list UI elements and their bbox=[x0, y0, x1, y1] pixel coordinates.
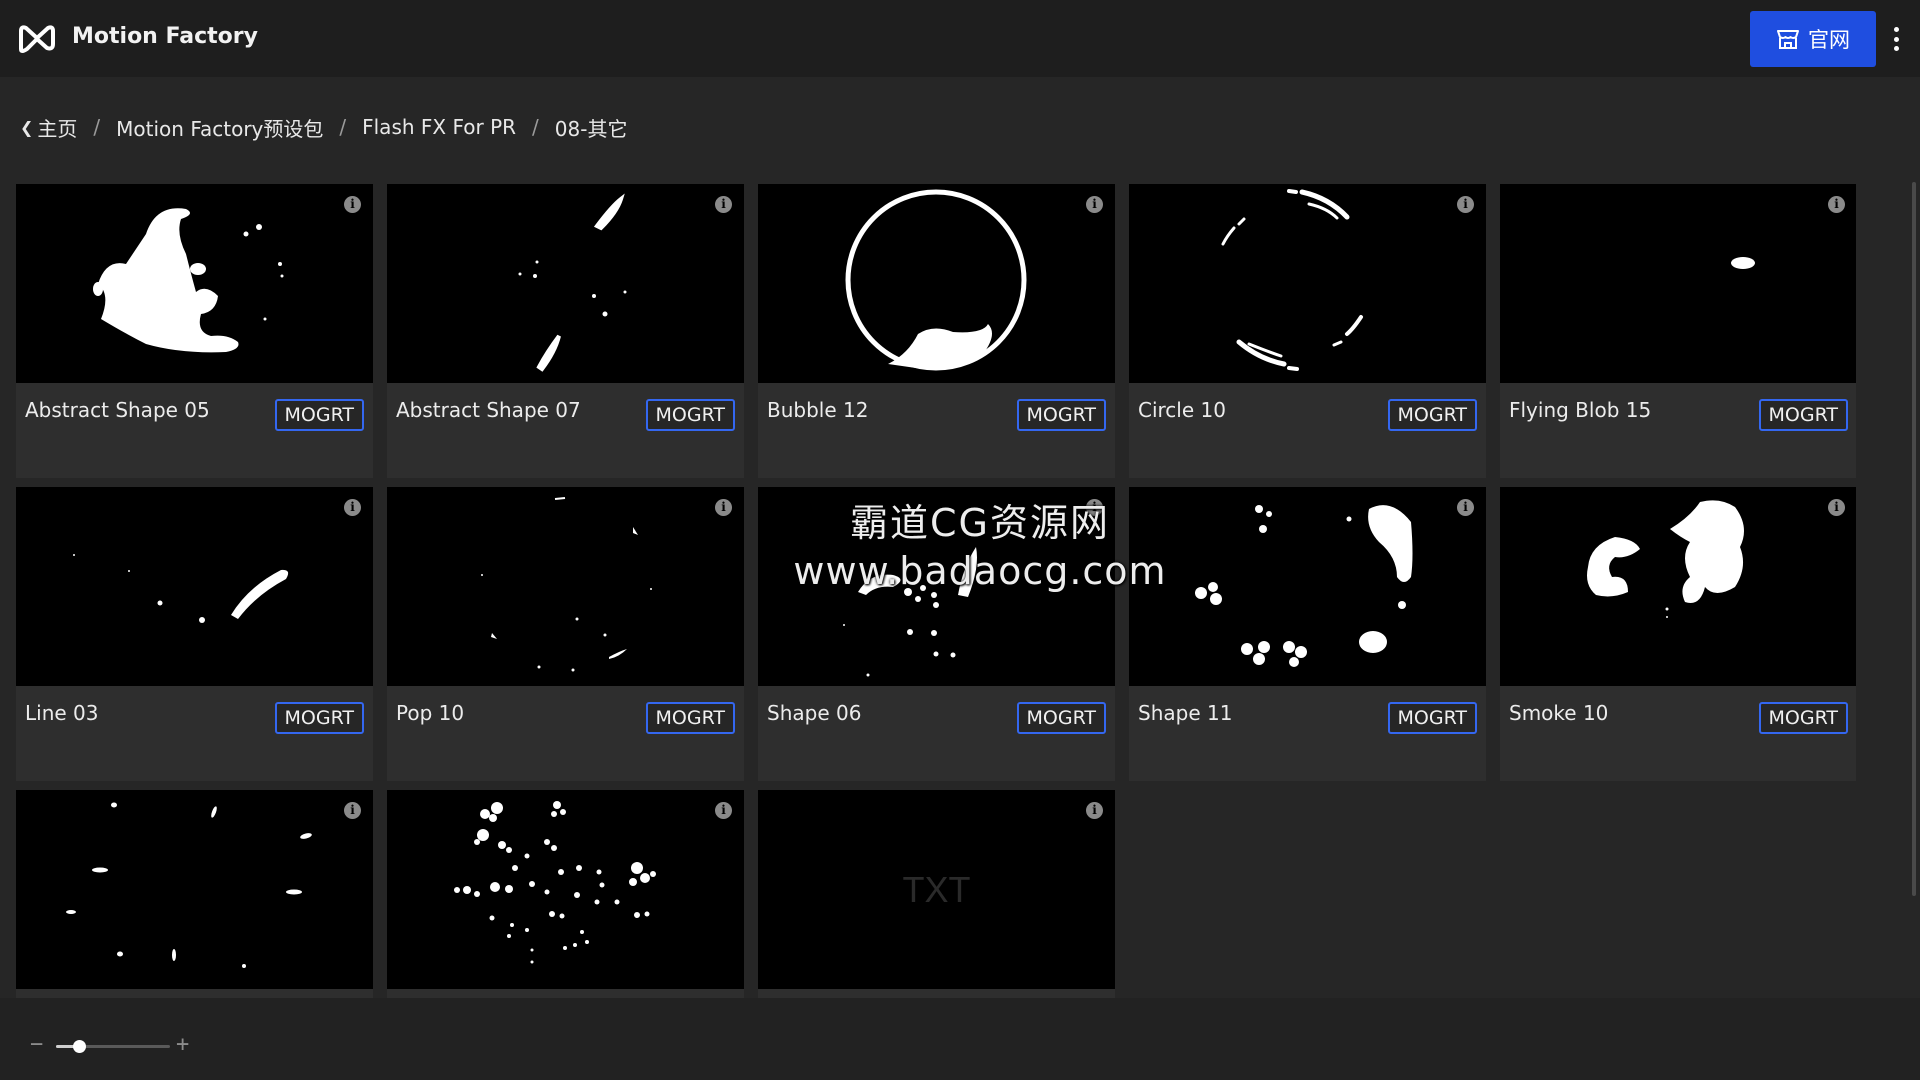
info-icon[interactable]: i bbox=[344, 196, 361, 213]
breadcrumb: ❮ 主页 / Motion Factory预设包 / Flash FX For … bbox=[20, 112, 627, 142]
mogrt-badge: MOGRT bbox=[1387, 399, 1477, 431]
store-icon bbox=[1777, 30, 1799, 49]
breadcrumb-separator: / bbox=[532, 115, 539, 139]
preset-grid: i Abstract Shape 05 MOGRT i Abstract Sha… bbox=[16, 184, 1856, 998]
preset-title: Shape 11 bbox=[1138, 701, 1233, 725]
preset-thumbnail: i bbox=[16, 487, 373, 686]
info-icon[interactable]: i bbox=[1086, 499, 1103, 516]
footer-bar: − + bbox=[0, 998, 1920, 1080]
preset-card[interactable]: i Shape 11 MOGRT bbox=[1129, 487, 1486, 781]
app-title: Motion Factory bbox=[72, 24, 258, 49]
preset-thumbnail: i bbox=[758, 184, 1115, 383]
mogrt-badge: MOGRT bbox=[645, 702, 735, 734]
info-icon[interactable]: i bbox=[1086, 196, 1103, 213]
preset-card[interactable]: i Bubble 12 MOGRT bbox=[758, 184, 1115, 478]
preset-thumbnail: i bbox=[758, 487, 1115, 686]
preset-thumbnail: i bbox=[16, 790, 373, 989]
preset-thumbnail: i bbox=[1129, 184, 1486, 383]
preset-title: Abstract Shape 05 bbox=[25, 398, 210, 422]
text-preset-placeholder: TXT bbox=[902, 868, 971, 910]
preset-title: Smoke 10 bbox=[1509, 701, 1609, 725]
breadcrumb-current[interactable]: 08-其它 bbox=[555, 113, 628, 142]
info-icon[interactable]: i bbox=[1086, 802, 1103, 819]
preset-card[interactable]: i Circle 10 MOGRT bbox=[1129, 184, 1486, 478]
preset-card[interactable]: i bbox=[387, 790, 744, 998]
preset-thumbnail: i bbox=[387, 184, 744, 383]
preset-card[interactable]: i Shape 06 MOGRT bbox=[758, 487, 1115, 781]
zoom-slider-handle[interactable] bbox=[72, 1040, 86, 1053]
top-bar: Motion Factory 官网 bbox=[0, 0, 1920, 77]
preset-thumbnail: i bbox=[387, 487, 744, 686]
official-site-button[interactable]: 官网 bbox=[1750, 11, 1876, 67]
preset-card[interactable]: i Smoke 10 MOGRT bbox=[1500, 487, 1856, 781]
mogrt-badge: MOGRT bbox=[645, 399, 735, 431]
preset-card[interactable]: TXT i bbox=[758, 790, 1115, 998]
more-options-icon[interactable] bbox=[1886, 24, 1906, 54]
mogrt-badge: MOGRT bbox=[1758, 399, 1848, 431]
preset-title: Bubble 12 bbox=[767, 398, 869, 422]
info-icon[interactable]: i bbox=[1828, 196, 1845, 213]
preset-thumbnail: i bbox=[1500, 487, 1856, 686]
official-site-label: 官网 bbox=[1808, 28, 1850, 52]
preset-card[interactable]: i Abstract Shape 07 MOGRT bbox=[387, 184, 744, 478]
preset-title: Line 03 bbox=[25, 701, 99, 725]
info-icon[interactable]: i bbox=[715, 802, 732, 819]
breadcrumb-separator: / bbox=[339, 115, 347, 139]
breadcrumb-preset-pack[interactable]: Motion Factory预设包 bbox=[116, 113, 323, 142]
preset-title: Pop 10 bbox=[396, 701, 465, 725]
preset-title: Circle 10 bbox=[1138, 398, 1226, 422]
breadcrumb-home[interactable]: 主页 bbox=[37, 113, 77, 142]
mogrt-badge: MOGRT bbox=[1758, 702, 1848, 734]
mogrt-badge: MOGRT bbox=[274, 702, 364, 734]
preset-card[interactable]: i Abstract Shape 05 MOGRT bbox=[16, 184, 373, 478]
info-icon[interactable]: i bbox=[1457, 196, 1474, 213]
preset-card[interactable]: i Flying Blob 15 MOGRT bbox=[1500, 184, 1856, 478]
motion-factory-logo-icon bbox=[19, 25, 55, 53]
chevron-left-icon[interactable]: ❮ bbox=[20, 118, 33, 137]
breadcrumb-separator: / bbox=[93, 115, 101, 139]
vertical-scrollbar[interactable] bbox=[1912, 182, 1916, 896]
preset-title: Flying Blob 15 bbox=[1509, 398, 1652, 422]
zoom-slider[interactable] bbox=[56, 1040, 170, 1053]
preset-thumbnail: TXT i bbox=[758, 790, 1115, 989]
mogrt-badge: MOGRT bbox=[1016, 702, 1106, 734]
preset-thumbnail: i bbox=[1129, 487, 1486, 686]
info-icon[interactable]: i bbox=[1457, 499, 1474, 516]
info-icon[interactable]: i bbox=[715, 196, 732, 213]
preset-title: Shape 06 bbox=[767, 701, 862, 725]
preset-card[interactable]: i bbox=[16, 790, 373, 998]
info-icon[interactable]: i bbox=[715, 499, 732, 516]
preset-thumbnail: i bbox=[1500, 184, 1856, 383]
preset-card[interactable]: i Pop 10 MOGRT bbox=[387, 487, 744, 781]
info-icon[interactable]: i bbox=[344, 802, 361, 819]
breadcrumb-flash-fx[interactable]: Flash FX For PR bbox=[362, 115, 516, 139]
preset-thumbnail: i bbox=[387, 790, 744, 989]
zoom-in-icon[interactable]: + bbox=[176, 1032, 189, 1057]
preset-thumbnail: i bbox=[16, 184, 373, 383]
preset-title: Abstract Shape 07 bbox=[396, 398, 581, 422]
mogrt-badge: MOGRT bbox=[1016, 399, 1106, 431]
zoom-out-icon[interactable]: − bbox=[30, 1032, 43, 1057]
preset-card[interactable]: i Line 03 MOGRT bbox=[16, 487, 373, 781]
info-icon[interactable]: i bbox=[1828, 499, 1845, 516]
mogrt-badge: MOGRT bbox=[1387, 702, 1477, 734]
mogrt-badge: MOGRT bbox=[274, 399, 364, 431]
info-icon[interactable]: i bbox=[344, 499, 361, 516]
